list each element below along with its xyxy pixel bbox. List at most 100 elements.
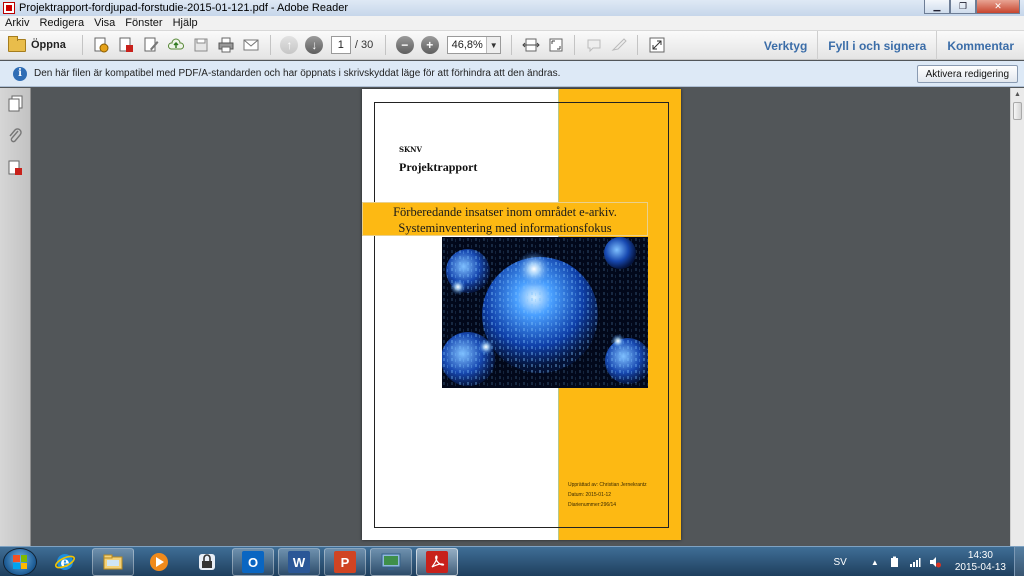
remote-desktop-icon bbox=[380, 551, 402, 573]
page-number-input[interactable]: 1 bbox=[330, 36, 351, 54]
binary-spheres-image bbox=[442, 237, 648, 388]
clock[interactable]: 14:30 2015-04-13 bbox=[955, 550, 1006, 574]
document-title-line2: Systeminventering med informationsfokus bbox=[398, 221, 612, 235]
export-pdf-button[interactable] bbox=[116, 35, 136, 55]
internet-explorer-task[interactable]: e bbox=[44, 548, 86, 576]
diarie-line: Diarienummer:296/14 bbox=[568, 502, 617, 508]
media-player-task[interactable] bbox=[138, 548, 180, 576]
volume-muted-icon[interactable] bbox=[929, 556, 941, 568]
scroll-thumb[interactable] bbox=[1013, 102, 1022, 120]
outlook-task[interactable]: O bbox=[232, 548, 274, 576]
toolbar-divider bbox=[269, 35, 271, 55]
toolbar-divider bbox=[574, 35, 576, 55]
organization-name: SKNV bbox=[399, 145, 422, 154]
language-indicator[interactable]: SV bbox=[834, 557, 847, 568]
clock-date: 2015-04-13 bbox=[954, 562, 1006, 573]
adobe-reader-icon bbox=[426, 551, 448, 573]
toolbar-right-links: Verktyg Fyll i och signera Kommentar bbox=[754, 31, 1024, 60]
email-button[interactable] bbox=[241, 35, 261, 55]
page-total: / 30 bbox=[354, 39, 374, 51]
show-desktop-button[interactable] bbox=[1014, 547, 1024, 576]
start-button[interactable] bbox=[3, 548, 37, 576]
menu-fonster[interactable]: Fönster bbox=[120, 17, 167, 29]
fit-page-icon bbox=[549, 38, 563, 52]
zoom-select[interactable]: 46,8% ▼ bbox=[447, 36, 502, 54]
chevron-down-icon[interactable]: ▼ bbox=[486, 37, 501, 53]
vertical-scrollbar[interactable]: ▲ bbox=[1010, 88, 1024, 546]
menu-hjalp[interactable]: Hjälp bbox=[168, 17, 203, 29]
show-hidden-icons-button[interactable]: ▲ bbox=[869, 556, 881, 568]
keepass-task[interactable] bbox=[186, 548, 228, 576]
date-line: Datum: 2015-01-12 bbox=[568, 492, 612, 498]
word-task[interactable]: W bbox=[278, 548, 320, 576]
document-view[interactable]: SKNV Projektrapport Förberedande insatse… bbox=[32, 88, 1010, 546]
remote-desktop-task[interactable] bbox=[370, 548, 412, 576]
menu-arkiv[interactable]: Arkiv bbox=[0, 17, 34, 29]
expand-icon bbox=[649, 37, 665, 53]
create-pdf-button[interactable] bbox=[91, 35, 111, 55]
cover-illustration bbox=[442, 237, 648, 388]
window-controls: ▁ ❐ ✕ bbox=[924, 0, 1020, 14]
add-comment-button[interactable] bbox=[584, 35, 604, 55]
word-icon: W bbox=[288, 551, 310, 573]
envelope-icon bbox=[243, 39, 259, 51]
close-button[interactable]: ✕ bbox=[976, 0, 1020, 14]
arrow-up-icon: ↑ bbox=[280, 36, 299, 54]
powerpoint-task[interactable]: P bbox=[324, 548, 366, 576]
file-explorer-task[interactable] bbox=[92, 548, 134, 576]
edit-document-icon bbox=[144, 37, 159, 52]
outlook-icon: O bbox=[242, 551, 264, 573]
menu-visa[interactable]: Visa bbox=[89, 17, 120, 29]
arrow-down-icon: ↓ bbox=[305, 36, 324, 54]
enable-editing-button[interactable]: Aktivera redigering bbox=[916, 65, 1018, 83]
signature-icon bbox=[8, 160, 22, 175]
zoom-out-button[interactable]: − bbox=[395, 35, 415, 55]
document-title-box: Förberedande insatser inom området e-ark… bbox=[362, 202, 648, 236]
plus-icon: + bbox=[420, 36, 439, 54]
fit-page-button[interactable] bbox=[546, 35, 566, 55]
fill-sign-link[interactable]: Fyll i och signera bbox=[817, 31, 936, 60]
zoom-in-button[interactable]: + bbox=[420, 35, 440, 55]
upload-cloud-button[interactable] bbox=[166, 35, 186, 55]
page-thumbnails-button[interactable] bbox=[7, 95, 24, 113]
highlight-button[interactable] bbox=[609, 35, 629, 55]
document-type: Projektrapport bbox=[399, 160, 478, 174]
toolbar-divider bbox=[385, 35, 387, 55]
window-title: Projektrapport-fordjupad-forstudie-2015-… bbox=[19, 2, 348, 14]
folder-icon bbox=[8, 35, 26, 52]
info-icon: i bbox=[13, 66, 27, 81]
menu-redigera[interactable]: Redigera bbox=[34, 17, 89, 29]
full-screen-button[interactable] bbox=[647, 35, 667, 55]
menu-bar: Arkiv Redigera Visa Fönster Hjälp bbox=[0, 16, 1024, 31]
comment-link[interactable]: Kommentar bbox=[936, 31, 1024, 60]
main-toolbar: Öppna ↑ ↓ 1 / 30 − + 46,8% ▼ Verktyg Fyl… bbox=[0, 31, 1024, 60]
document-title-line1: Förberedande insatser inom området e-ark… bbox=[393, 205, 617, 219]
battery-icon[interactable] bbox=[889, 556, 901, 568]
toolbar-divider bbox=[81, 35, 83, 55]
navigation-panel bbox=[0, 88, 31, 546]
minus-icon: − bbox=[395, 36, 414, 54]
comment-icon bbox=[587, 39, 601, 53]
windows-logo-icon bbox=[13, 555, 27, 569]
signal-icon[interactable] bbox=[909, 556, 921, 568]
printer-icon bbox=[218, 37, 234, 53]
adobe-reader-task[interactable] bbox=[416, 548, 458, 576]
scroll-up-icon[interactable]: ▲ bbox=[1011, 88, 1024, 101]
title-bar: Projektrapport-fordjupad-forstudie-2015-… bbox=[0, 0, 1024, 16]
open-button[interactable]: Öppna bbox=[8, 35, 66, 52]
paperclip-icon bbox=[9, 128, 22, 143]
export-pdf-icon bbox=[119, 37, 134, 52]
print-button[interactable] bbox=[216, 35, 236, 55]
attachments-button[interactable] bbox=[7, 127, 24, 145]
previous-page-button[interactable]: ↑ bbox=[279, 35, 299, 55]
edit-pdf-button[interactable] bbox=[141, 35, 161, 55]
fit-width-icon bbox=[521, 38, 540, 52]
minimize-button[interactable]: ▁ bbox=[924, 0, 950, 14]
fit-width-button[interactable] bbox=[521, 35, 541, 55]
windows-taskbar: e O W P SV ▲ 14:30 2015-04-13 bbox=[0, 546, 1024, 576]
next-page-button[interactable]: ↓ bbox=[304, 35, 324, 55]
tools-link[interactable]: Verktyg bbox=[754, 31, 817, 60]
signatures-button[interactable] bbox=[7, 159, 24, 177]
maximize-button[interactable]: ❐ bbox=[950, 0, 976, 14]
save-button[interactable] bbox=[191, 35, 211, 55]
